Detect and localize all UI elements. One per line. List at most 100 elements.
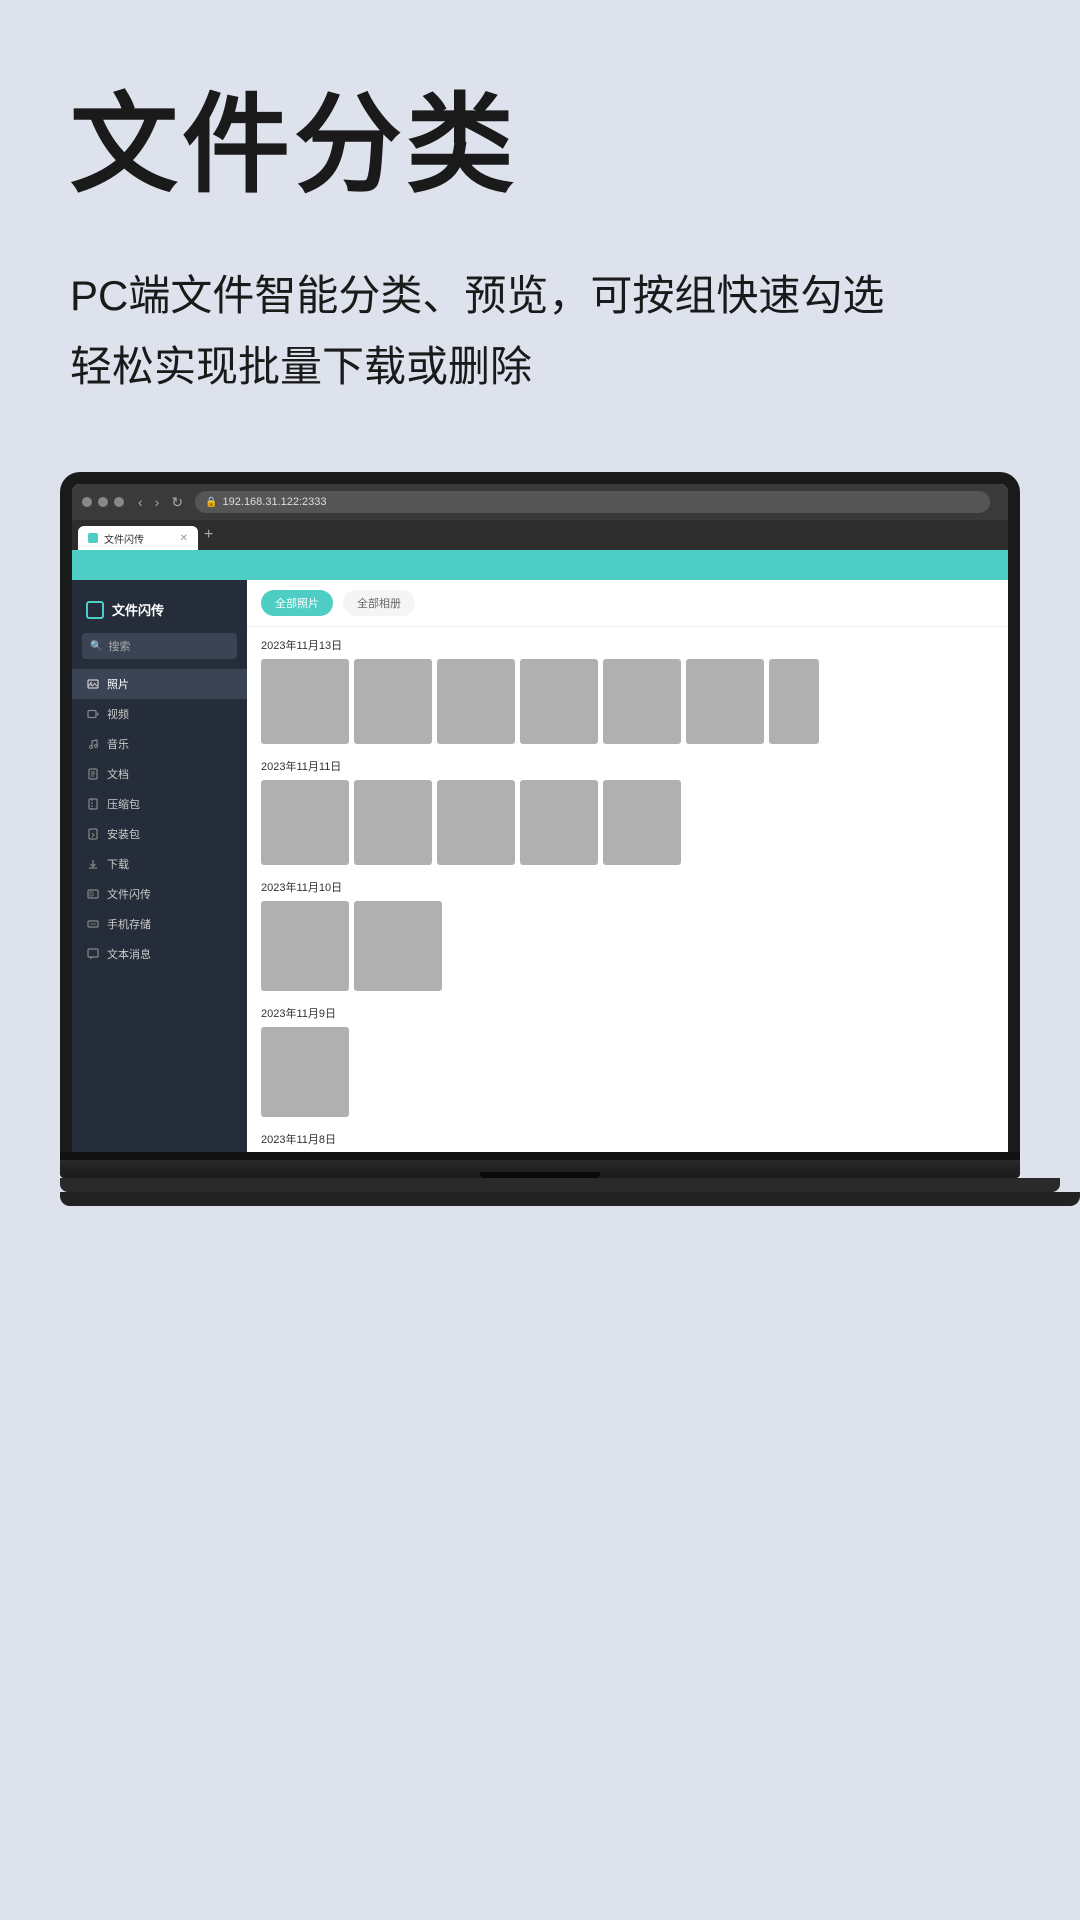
photo-thumb[interactable]	[603, 780, 681, 865]
sidebar-brand: 文件闪传	[72, 594, 247, 633]
sidebar-zip-label: 压缩包	[107, 796, 140, 812]
tab-label: 文件闪传	[104, 531, 144, 546]
filter-tab-albums[interactable]: 全部相册	[343, 590, 415, 616]
brand-icon	[86, 601, 104, 619]
sidebar-item-apk[interactable]: 安装包	[72, 819, 247, 849]
sidebar-item-music[interactable]: 音乐	[72, 729, 247, 759]
photo-row-1113	[261, 659, 994, 744]
photo-row-1111	[261, 780, 994, 865]
sidebar-transfer-label: 文件闪传	[107, 886, 151, 902]
browser-window: ‹ › ↻ 🔒 192.168.31.122:2333	[72, 484, 1008, 1152]
photo-row-119	[261, 1027, 994, 1117]
back-button[interactable]: ‹	[134, 492, 147, 512]
subtitle-line2: 轻松实现批量下载或删除	[70, 343, 532, 390]
tab-favicon	[88, 533, 98, 543]
browser-maximize-btn[interactable]	[114, 497, 124, 507]
photo-thumb[interactable]	[603, 659, 681, 744]
date-group-118: 2023年11月8日	[261, 1131, 994, 1152]
browser-minimize-btn[interactable]	[98, 497, 108, 507]
laptop-bottom	[60, 1178, 1060, 1192]
date-group-1110: 2023年11月10日	[261, 879, 994, 991]
laptop-base	[60, 1160, 1020, 1178]
sidebar-search[interactable]: 🔍 搜索	[82, 633, 237, 659]
apk-icon	[86, 828, 99, 841]
brand-name: 文件闪传	[112, 600, 164, 619]
subtitle: PC端文件智能分类、预览，可按组快速勾选 轻松实现批量下载或删除	[70, 260, 1010, 403]
sidebar-item-text[interactable]: 文本消息	[72, 939, 247, 969]
photo-thumb[interactable]	[686, 659, 764, 744]
photo-thumb[interactable]	[520, 659, 598, 744]
sidebar-item-storage[interactable]: 手机存储	[72, 909, 247, 939]
transfer-icon	[86, 888, 99, 901]
tab-close-btn[interactable]: ✕	[180, 533, 188, 544]
sidebar-item-transfer[interactable]: 文件闪传	[72, 879, 247, 909]
sidebar-item-videos[interactable]: 视频	[72, 699, 247, 729]
sidebar-text-label: 文本消息	[107, 946, 151, 962]
app-content: 文件闪传 🔍 搜索	[72, 580, 1008, 1152]
sidebar-item-photos[interactable]: 照片	[72, 669, 247, 699]
sidebar-music-label: 音乐	[107, 736, 129, 752]
sidebar-photos-label: 照片	[107, 676, 129, 692]
teal-header-bar	[72, 550, 1008, 580]
photo-thumb[interactable]	[261, 901, 349, 991]
photos-icon	[86, 678, 99, 691]
sidebar-docs-label: 文档	[107, 766, 129, 782]
text-msg-icon	[86, 948, 99, 961]
music-icon	[86, 738, 99, 751]
date-label-118: 2023年11月8日	[261, 1131, 994, 1147]
date-group-1113: 2023年11月13日	[261, 637, 994, 744]
date-group-1111: 2023年11月11日	[261, 758, 994, 865]
browser-controls	[82, 497, 124, 507]
photo-thumb[interactable]	[437, 780, 515, 865]
sidebar-downloads-label: 下载	[107, 856, 129, 872]
laptop-screen-housing: ‹ › ↻ 🔒 192.168.31.122:2333	[60, 472, 1020, 1152]
photo-row-1110	[261, 901, 994, 991]
add-tab-button[interactable]: +	[198, 526, 219, 544]
photo-thumb[interactable]	[354, 901, 442, 991]
photo-thumb[interactable]	[261, 780, 349, 865]
photo-thumb[interactable]	[437, 659, 515, 744]
page-container: 文件分类 PC端文件智能分类、预览，可按组快速勾选 轻松实现批量下载或删除	[0, 0, 1080, 1920]
photo-thumb[interactable]	[354, 659, 432, 744]
browser-address-bar[interactable]: 🔒 192.168.31.122:2333	[195, 491, 990, 513]
lock-icon: 🔒	[205, 497, 217, 508]
filter-tab-all-photos[interactable]: 全部照片	[261, 590, 333, 616]
subtitle-line1: PC端文件智能分类、预览，可按组快速勾选	[70, 272, 884, 319]
browser-close-btn[interactable]	[82, 497, 92, 507]
browser-tab-active[interactable]: 文件闪传 ✕	[78, 526, 198, 550]
browser-nav-btns: ‹ › ↻	[134, 492, 187, 513]
photo-scroll-area[interactable]: 2023年11月13日	[247, 627, 1008, 1152]
sidebar-item-docs[interactable]: 文档	[72, 759, 247, 789]
forward-button[interactable]: ›	[151, 492, 164, 512]
date-label-119: 2023年11月9日	[261, 1005, 994, 1021]
browser-tabbar: 文件闪传 ✕ +	[72, 520, 1008, 550]
photo-thumb[interactable]	[520, 780, 598, 865]
search-icon: 🔍	[90, 641, 102, 652]
browser-chrome: ‹ › ↻ 🔒 192.168.31.122:2333	[72, 484, 1008, 520]
laptop-hinge	[60, 1152, 1020, 1160]
sidebar: 文件闪传 🔍 搜索	[72, 580, 247, 1152]
sidebar-videos-label: 视频	[107, 706, 129, 722]
date-group-119: 2023年11月9日	[261, 1005, 994, 1117]
photo-thumb[interactable]	[769, 659, 819, 744]
laptop-outer: ‹ › ↻ 🔒 192.168.31.122:2333	[60, 472, 1020, 1206]
laptop-feet	[60, 1192, 1080, 1206]
address-text: 192.168.31.122:2333	[223, 496, 327, 508]
filter-tabs: 全部照片 全部相册	[247, 580, 1008, 627]
sidebar-apk-label: 安装包	[107, 826, 140, 842]
zip-icon	[86, 798, 99, 811]
page-title: 文件分类	[70, 80, 1010, 210]
main-area: 全部照片 全部相册 2023年11月13日	[247, 580, 1008, 1152]
laptop-mockup: ‹ › ↻ 🔒 192.168.31.122:2333	[70, 472, 1010, 1206]
sidebar-item-zip[interactable]: 压缩包	[72, 789, 247, 819]
photo-thumb[interactable]	[261, 1027, 349, 1117]
date-label-1113: 2023年11月13日	[261, 637, 994, 653]
photo-thumb[interactable]	[354, 780, 432, 865]
date-label-1111: 2023年11月11日	[261, 758, 994, 774]
docs-icon	[86, 768, 99, 781]
photo-thumb[interactable]	[261, 659, 349, 744]
storage-icon	[86, 918, 99, 931]
refresh-button[interactable]: ↻	[167, 492, 187, 513]
sidebar-item-downloads[interactable]: 下载	[72, 849, 247, 879]
date-label-1110: 2023年11月10日	[261, 879, 994, 895]
